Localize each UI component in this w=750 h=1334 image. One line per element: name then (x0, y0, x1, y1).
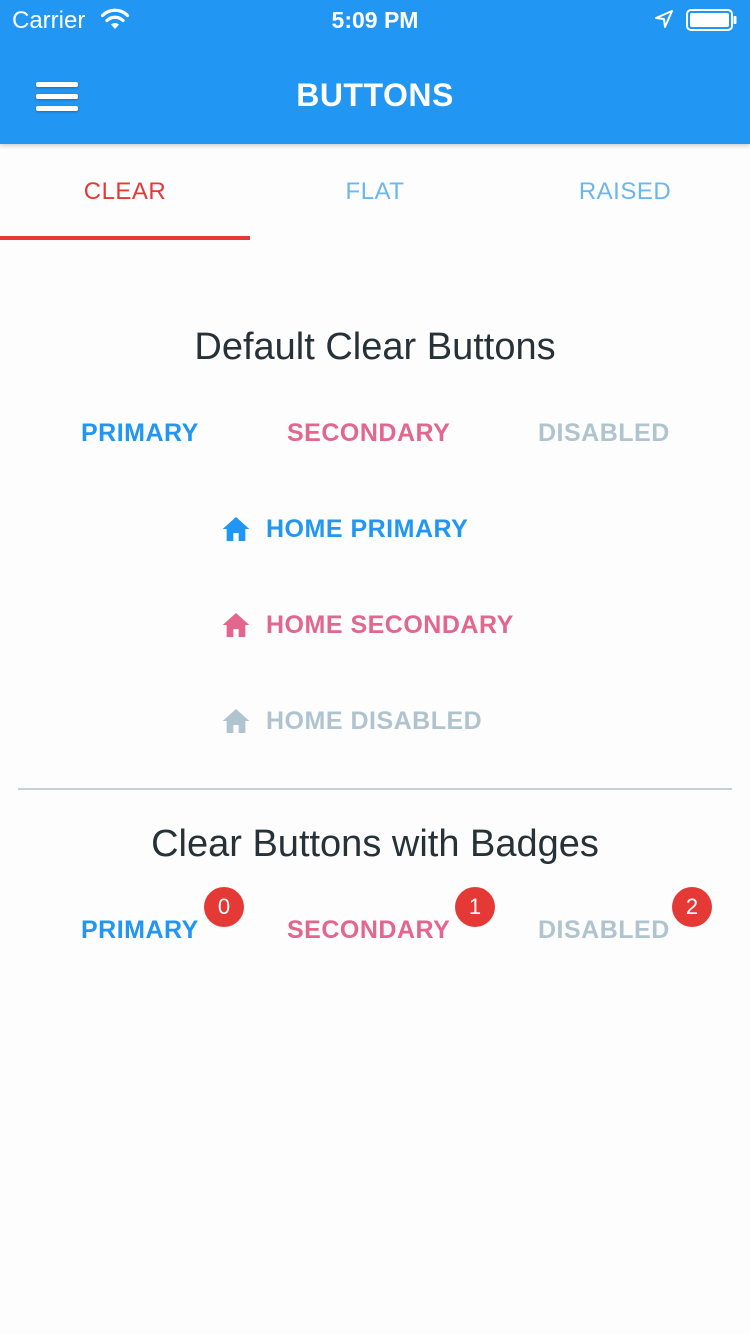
disabled-badge-button: DISABLED (538, 916, 670, 944)
section-heading-badges: Clear Buttons with Badges (151, 823, 599, 865)
app-bar: Carrier 5:09 PM BUTTONS (0, 0, 750, 144)
home-secondary-button[interactable]: HOME SECONDARY (220, 607, 514, 643)
secondary-button[interactable]: SECONDARY (287, 419, 450, 448)
page-title: BUTTONS (296, 77, 454, 113)
home-primary-label: HOME PRIMARY (266, 514, 469, 543)
primary-button[interactable]: PRIMARY (81, 419, 199, 448)
home-disabled-button: HOME DISABLED (220, 703, 482, 739)
battery-icon (686, 9, 737, 31)
home-icon (222, 517, 250, 541)
status-time: 5:09 PM (331, 7, 419, 33)
section-heading-default: Default Clear Buttons (194, 326, 556, 368)
tab-raised[interactable]: RAISED (500, 144, 750, 240)
home-icon (222, 613, 250, 637)
tab-flat[interactable]: FLAT (250, 144, 500, 240)
badge-count: 1 (455, 887, 495, 927)
home-secondary-label: HOME SECONDARY (266, 610, 514, 639)
section-divider (18, 788, 732, 790)
badge-count: 0 (204, 887, 244, 927)
badge-count: 2 (672, 887, 712, 927)
tab-bar: CLEAR FLAT RAISED (0, 144, 750, 240)
disabled-button: DISABLED (538, 419, 670, 447)
home-primary-button[interactable]: HOME PRIMARY (220, 511, 468, 547)
home-icon (222, 709, 250, 733)
tab-clear[interactable]: CLEAR (0, 144, 250, 240)
location-arrow-icon (655, 10, 673, 28)
active-tab-indicator (0, 236, 250, 240)
secondary-badge-button[interactable]: SECONDARY (287, 916, 450, 945)
primary-badge-button[interactable]: PRIMARY (81, 916, 199, 945)
home-disabled-label: HOME DISABLED (266, 706, 483, 735)
status-bar: Carrier 5:09 PM (0, 0, 750, 40)
